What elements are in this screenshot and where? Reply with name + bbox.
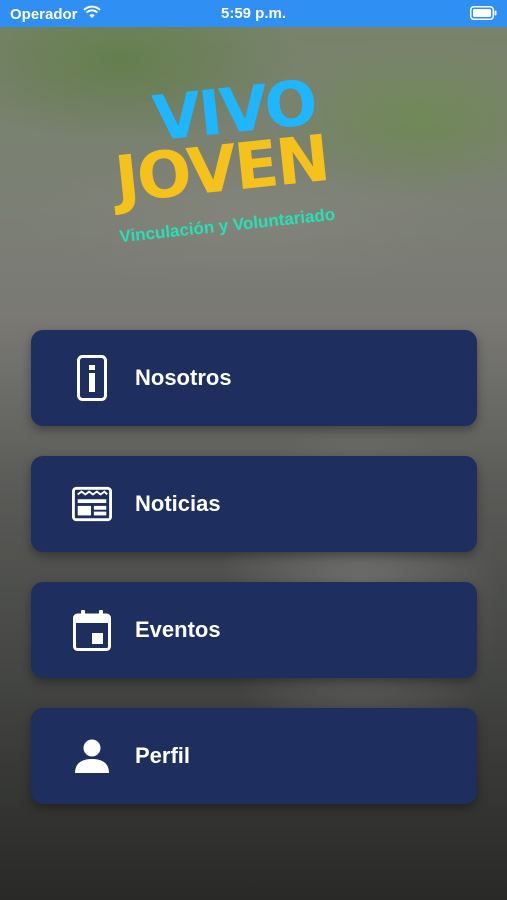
noticias-label: Noticias	[135, 491, 221, 516]
status-bar: Operador 5:59 p.m.	[0, 0, 507, 27]
noticias-button[interactable]: Noticias	[31, 456, 477, 552]
person-icon	[72, 736, 112, 776]
battery-icon	[470, 6, 497, 24]
info-phone-icon	[72, 355, 112, 401]
perfil-button[interactable]: Perfil	[31, 708, 477, 804]
clock: 5:59 p.m.	[220, 5, 287, 22]
eventos-label: Eventos	[135, 617, 221, 642]
eventos-button[interactable]: Eventos	[31, 582, 477, 678]
calendar-icon	[72, 610, 112, 651]
newspaper-icon	[72, 484, 112, 524]
perfil-label: Perfil	[135, 743, 191, 768]
nosotros-button[interactable]: Nosotros	[31, 330, 477, 426]
vivo-joven-logo: VIVO JOVEN Vinculación y Voluntariado	[111, 66, 405, 260]
logo-joven: JOVEN	[111, 122, 332, 218]
nosotros-label: Nosotros	[135, 365, 232, 390]
